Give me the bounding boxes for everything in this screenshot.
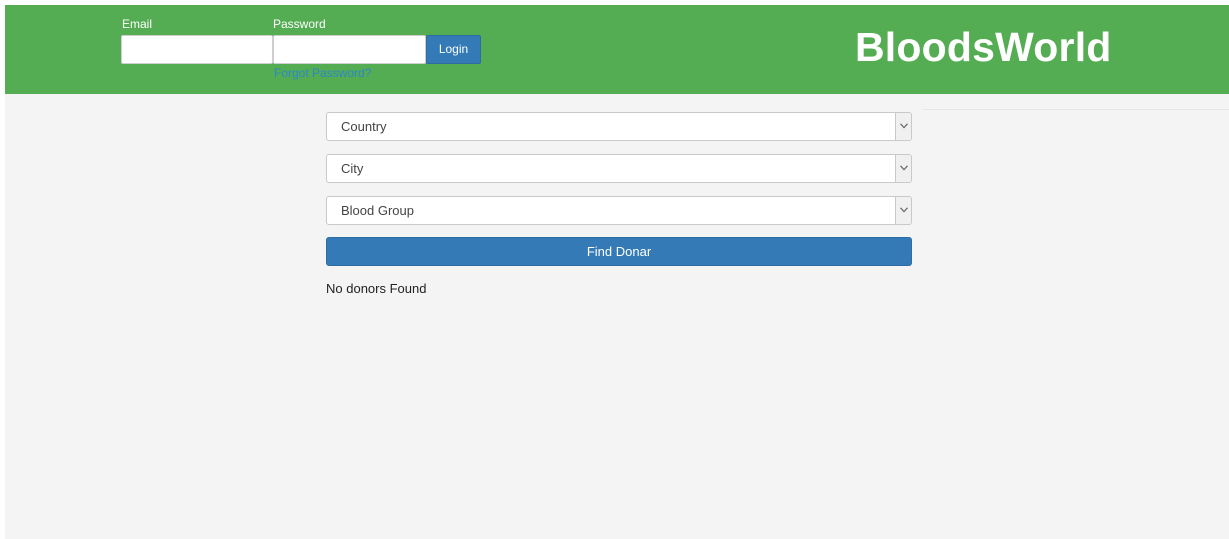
forgot-password-link[interactable]: Forgot Password?	[274, 66, 371, 80]
chevron-down-icon	[895, 197, 911, 224]
city-select-value: City	[341, 161, 364, 176]
divider	[923, 109, 1229, 110]
result-message: No donors Found	[326, 281, 427, 296]
blood-group-select-value: Blood Group	[341, 203, 414, 218]
email-field[interactable]	[121, 35, 273, 64]
page-frame: Email Password Login Forgot Password? Bl…	[5, 5, 1229, 539]
country-select-value: Country	[341, 119, 387, 134]
find-donor-button[interactable]: Find Donar	[326, 237, 912, 266]
blood-group-select[interactable]: Blood Group	[326, 196, 912, 225]
password-field[interactable]	[273, 35, 426, 64]
brand-title: BloodsWorld	[855, 24, 1112, 70]
login-button[interactable]: Login	[426, 35, 481, 64]
chevron-down-icon	[895, 155, 911, 182]
password-label: Password	[273, 17, 326, 31]
top-header: Email Password Login Forgot Password? Bl…	[5, 5, 1229, 94]
chevron-down-icon	[895, 113, 911, 140]
country-select[interactable]: Country	[326, 112, 912, 141]
email-label: Email	[122, 17, 153, 31]
city-select[interactable]: City	[326, 154, 912, 183]
